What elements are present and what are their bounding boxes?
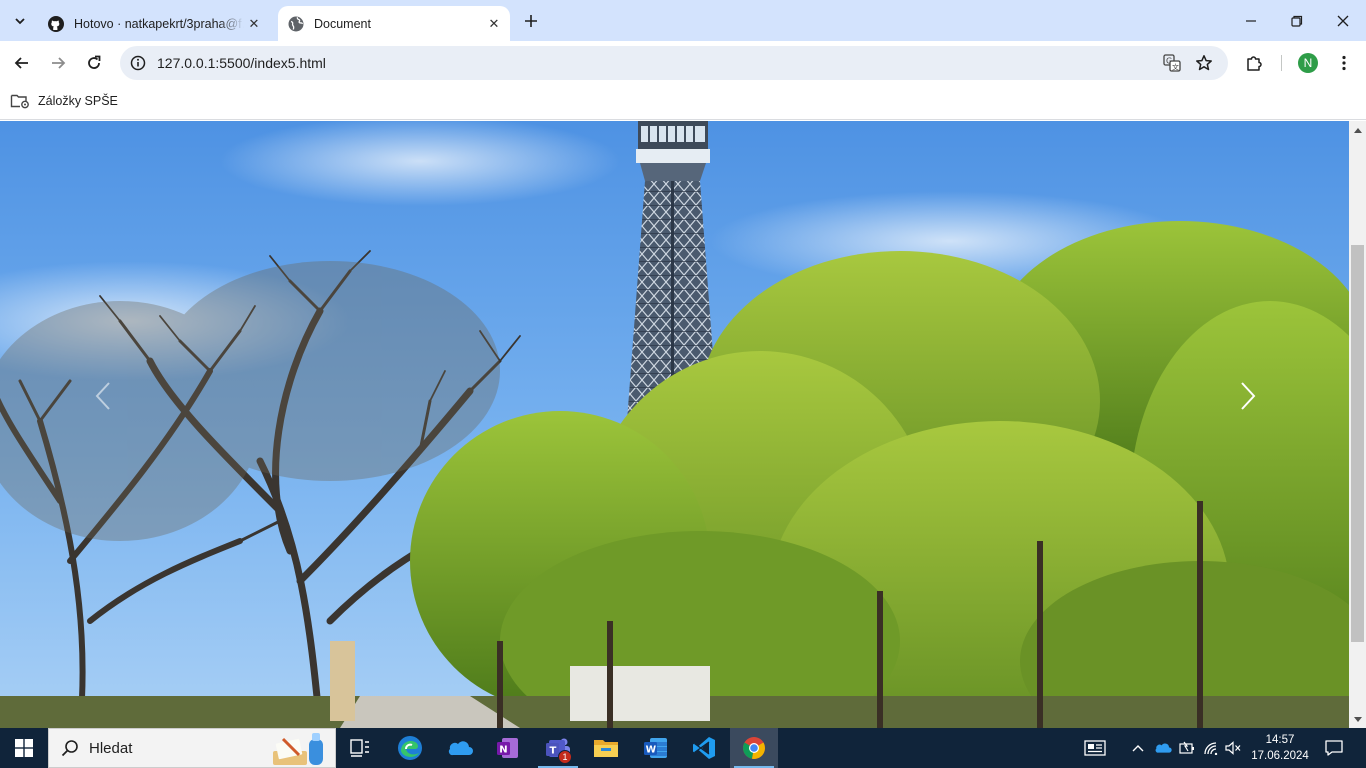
- tray-notifications[interactable]: [1320, 728, 1348, 768]
- taskbar-teams[interactable]: T 1: [534, 728, 582, 768]
- restore-icon: [1291, 15, 1303, 27]
- tray-onedrive[interactable]: [1152, 728, 1174, 768]
- clock-date: 17.06.2024: [1251, 750, 1309, 762]
- close-icon: [1337, 15, 1349, 26]
- translate-icon[interactable]: G文: [1162, 53, 1182, 73]
- carousel-image: [0, 121, 1349, 728]
- address-bar[interactable]: 127.0.0.1:5500/index5.html G文: [120, 46, 1228, 80]
- chevron-down-icon: [15, 18, 25, 25]
- tab-close-icon[interactable]: ✕: [244, 14, 264, 34]
- tab-title: Hotovo · natkapekrt/3praha@f…: [74, 16, 244, 31]
- reload-icon: [88, 55, 101, 69]
- tray-news-widget[interactable]: [1080, 728, 1110, 768]
- task-view-icon: [350, 739, 369, 757]
- taskbar-chrome[interactable]: [730, 728, 778, 768]
- tab-strip: Hotovo · natkapekrt/3praha@f… ✕ Document…: [0, 0, 1366, 41]
- notification-center-icon: [1325, 740, 1343, 756]
- site-info-icon[interactable]: [128, 53, 148, 73]
- bookmark-label: Záložky SPŠE: [38, 94, 118, 108]
- managed-bookmarks-folder-icon: [10, 94, 29, 109]
- profile-button[interactable]: N: [1293, 48, 1323, 78]
- tab-title: Document: [314, 16, 371, 31]
- chevron-up-icon: [1132, 745, 1144, 752]
- menu-button[interactable]: [1329, 48, 1359, 78]
- avatar: N: [1298, 53, 1318, 73]
- bookmark-star-icon[interactable]: [1194, 53, 1214, 73]
- notification-badge: 1: [558, 750, 572, 764]
- restore-button[interactable]: [1274, 0, 1320, 41]
- search-placeholder: Hledat: [89, 740, 133, 757]
- svg-text:文: 文: [1172, 63, 1179, 72]
- tray-volume[interactable]: [1222, 728, 1244, 768]
- tray-show-hidden[interactable]: [1128, 728, 1148, 768]
- arrow-left-icon: [14, 57, 28, 69]
- forward-button[interactable]: [42, 47, 74, 79]
- github-icon: [48, 15, 64, 32]
- bookmark-folder-zalozky-spse[interactable]: Záložky SPŠE: [10, 90, 118, 112]
- kebab-menu-icon: [1342, 55, 1346, 71]
- start-button[interactable]: [0, 728, 48, 768]
- taskbar-clock[interactable]: 14:57 17.06.2024: [1250, 732, 1310, 764]
- extensions-button[interactable]: [1239, 48, 1269, 78]
- page-viewport: [0, 121, 1349, 728]
- svg-text:W: W: [646, 745, 657, 756]
- volume-muted-icon: [1225, 741, 1241, 755]
- taskbar-onenote[interactable]: N: [484, 728, 532, 768]
- tab-search-button[interactable]: [6, 7, 34, 35]
- onedrive-icon: [448, 741, 473, 756]
- search-icon: [61, 740, 78, 757]
- page-scrollbar[interactable]: [1349, 121, 1366, 728]
- taskbar-word[interactable]: W: [632, 728, 680, 768]
- svg-text:T: T: [550, 746, 557, 757]
- toolbar-divider: [1281, 55, 1282, 71]
- scroll-down-icon[interactable]: [1349, 711, 1366, 728]
- taskbar-vscode[interactable]: [680, 728, 728, 768]
- vscode-icon: [693, 737, 715, 759]
- globe-icon: [288, 16, 304, 31]
- tab-document[interactable]: Document ✕: [278, 6, 510, 41]
- windows-taskbar: Hledat N T 1 W 14:57 17.06.2024: [0, 728, 1366, 768]
- chrome-icon: [743, 737, 765, 759]
- wifi-icon: [1204, 742, 1218, 755]
- close-window-button[interactable]: [1320, 0, 1366, 41]
- chevron-right-icon: [1241, 382, 1256, 410]
- carousel-prev-button[interactable]: [88, 376, 118, 416]
- word-icon: W: [644, 738, 667, 758]
- minimize-icon: [1246, 19, 1256, 22]
- folder-icon: [594, 740, 618, 757]
- taskbar-edge[interactable]: [386, 728, 434, 768]
- svg-text:N: N: [499, 745, 507, 756]
- tab-github[interactable]: Hotovo · natkapekrt/3praha@f… ✕: [38, 6, 270, 41]
- clock-time: 14:57: [1265, 734, 1295, 746]
- taskbar-search[interactable]: Hledat: [48, 728, 336, 768]
- tab-close-icon[interactable]: ✕: [484, 14, 504, 34]
- url-text[interactable]: 127.0.0.1:5500/index5.html: [157, 55, 326, 71]
- plus-icon: [525, 15, 537, 27]
- arrow-right-icon: [52, 57, 66, 69]
- edge-icon: [398, 736, 422, 760]
- battery-icon: [1179, 741, 1194, 754]
- onedrive-icon: [1155, 743, 1172, 753]
- tray-network[interactable]: [1200, 728, 1222, 768]
- back-button[interactable]: [6, 47, 38, 79]
- taskbar-onedrive[interactable]: [436, 728, 484, 768]
- new-tab-button[interactable]: [518, 8, 544, 34]
- carousel-next-button[interactable]: [1233, 376, 1263, 416]
- taskbar-task-view[interactable]: [336, 728, 384, 768]
- windows-logo-icon: [15, 739, 33, 757]
- chevron-left-icon: [95, 382, 110, 410]
- scroll-thumb[interactable]: [1351, 245, 1364, 642]
- news-icon: [1084, 740, 1106, 756]
- bookmarks-bar: Záložky SPŠE: [0, 84, 1366, 120]
- tray-battery[interactable]: [1176, 728, 1198, 768]
- browser-toolbar: 127.0.0.1:5500/index5.html G文 N: [0, 41, 1366, 84]
- puzzle-icon: [1247, 56, 1262, 71]
- search-highlight-art-icon: [273, 733, 323, 765]
- scroll-up-icon[interactable]: [1349, 121, 1366, 138]
- onenote-icon: N: [497, 738, 518, 758]
- minimize-button[interactable]: [1228, 0, 1274, 41]
- reload-button[interactable]: [78, 47, 110, 79]
- taskbar-file-explorer[interactable]: [582, 728, 630, 768]
